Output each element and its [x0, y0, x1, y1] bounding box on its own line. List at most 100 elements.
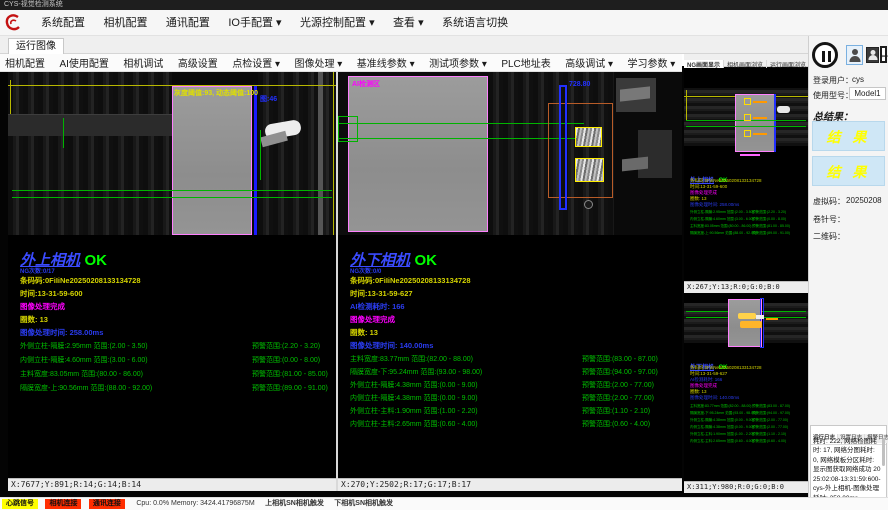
barcode-line: 条码码:0FiIiNe20250208133134728: [350, 275, 471, 286]
toolbar-advanced-settings[interactable]: 高级设置: [173, 56, 223, 72]
measure-warn: 预警范围:(0.60 - 4.00): [752, 439, 786, 444]
log-scrollbar[interactable]: [882, 438, 885, 466]
orange-label-mark: [753, 101, 767, 103]
result-area-upper-outer: 外上相机 OK NG次数:0/17 条码码:0FiIiNe20250208133…: [8, 235, 336, 478]
measurement-row: 隔膜宽度-下:95.24mm 范围:(93.00 - 98.00) 预警范围:(…: [350, 367, 676, 379]
measure-value: 内侧立柱-隔膜:4.38mm 范围:(0.00 - 9.00): [690, 425, 754, 429]
toolbar-baseline-params[interactable]: 基准线参数 ▾: [352, 56, 420, 72]
measure-value: 外侧立柱-隔膜:2.95mm 范围:(2.00 - 3.50): [20, 343, 148, 350]
measure-warn: 预警范围:(0.00 - 8.00): [252, 355, 320, 365]
measurement-row: 主料宽度:83.05mm 范围:(80.00 - 86.00) 预警范围:(81…: [690, 224, 806, 229]
machinery-texture: [8, 72, 172, 235]
yellow-guide-v: [686, 90, 687, 120]
toolbar-ai-usage-config[interactable]: AI使用配置: [54, 56, 113, 72]
result-tile: 结 果: [812, 121, 885, 151]
preview-image-upper[interactable]: [684, 68, 808, 165]
menu-item-io-config[interactable]: IO手配置 ▾: [221, 10, 288, 36]
measure-warn: 预警范围:(83.00 - 87.00): [582, 354, 658, 364]
orange-label-mark: [753, 117, 767, 119]
measure-warn: 预警范围:(89.00 - 91.00): [252, 383, 328, 393]
measure-value: 主料宽度:83.77mm 范围:(82.00 - 88.00): [350, 356, 473, 363]
yellow-guide-right: [333, 72, 334, 235]
heartbeat-badge: 心跳信号: [2, 499, 38, 509]
measurement-row: 隔膜宽度-上:90.56mm 范围:(88.00 - 92.00) 预警范围:(…: [690, 231, 806, 236]
measure-value: 隔膜宽度-下:95.24mm 范围:(93.00 - 98.00): [690, 411, 756, 415]
measurement-row: 内侧立柱-主料:2.65mm 范围:(0.60 - 4.00) 预警范围:(0.…: [690, 439, 806, 444]
measure-warn: 预警范围:(89.00 - 91.00): [752, 231, 790, 236]
toolbar-camera-debug[interactable]: 相机调试: [118, 56, 168, 72]
lower-camera-trigger[interactable]: 下相机SN相机触发: [334, 498, 393, 510]
measurement-row: 内侧立柱-隔膜:4.38mm 范围:(0.00 - 9.00) 预警范围:(2.…: [690, 425, 806, 430]
tab-run-image[interactable]: 运行图像: [8, 38, 64, 54]
measure-warn: 预警范围:(2.00 - 77.00): [752, 418, 788, 423]
model-select[interactable]: Model1: [849, 87, 886, 100]
count-line: 圈数: 13: [350, 327, 378, 338]
toolbar-test-params[interactable]: 测试项参数 ▾: [424, 56, 492, 72]
green-measure-line: [686, 126, 806, 127]
yellow-detect-box: [575, 127, 602, 147]
green-measure-line: [12, 190, 332, 191]
measure-warn: 预警范围:(2.00 - 77.00): [752, 425, 788, 430]
time-line: 时间:13-31-59-600: [20, 288, 83, 299]
user-dark-icon: [868, 55, 877, 60]
barcode-line: 条码码:0FiIiNe20250208133134728: [20, 275, 141, 286]
measure-value: 主料宽度:83.77mm 范围:(82.00 - 88.00): [690, 404, 751, 408]
toolbar-image-processing[interactable]: 图像处理 ▾: [290, 56, 348, 72]
menu-bar: 系统配置 相机配置 通讯配置 IO手配置 ▾ 光源控制配置 ▾ 查看 ▾ 系统语…: [0, 10, 888, 36]
window-titlebar[interactable]: CYS-视觉检测系统: [0, 0, 888, 10]
upper-camera-trigger[interactable]: 上相机SN相机触发: [265, 498, 324, 510]
machinery-beam: [8, 114, 172, 136]
menu-item-camera-config[interactable]: 相机配置: [96, 10, 154, 36]
pixel-info-bar-left: X:7677;Y:891;R:14;G:14;B:14: [8, 478, 336, 491]
app-logo-icon: [4, 13, 22, 33]
blue-edge-line: [774, 94, 776, 152]
green-measure-line-v: [63, 118, 64, 148]
measure-warn: 预警范围:(81.00 - 85.00): [752, 224, 790, 229]
log-text: 耗时: 222, 网络检图耗时: 17, 网络分图耗时: 0, 网络模板分区耗时…: [813, 437, 881, 503]
measurement-row: 隔膜宽度-上:90.56mm 范围:(88.00 - 92.00) 预警范围:(…: [20, 383, 330, 395]
exit-icon: ↦: [880, 52, 888, 60]
blue-roi-box: [559, 85, 567, 210]
toolbar-spot-check[interactable]: 点检设置 ▾: [227, 56, 285, 72]
pause-icon: [828, 51, 831, 62]
measure-value: 内侧立柱-隔膜:4.38mm 范围:(0.00 - 9.00): [350, 395, 478, 402]
preview-image-lower[interactable]: [684, 293, 808, 350]
blue-edge-line: [254, 86, 257, 235]
menu-item-comm-config[interactable]: 通讯配置: [159, 10, 217, 36]
log-panel: 运行日志设置日志报警日志 耗时: 222, 网络检图耗时: 17, 网络分图耗时…: [810, 425, 887, 498]
machinery-rail: [318, 72, 323, 235]
toolbar-advanced-debug[interactable]: 高级调试 ▾: [560, 56, 618, 72]
toolbar-plc-address[interactable]: PLC地址表: [496, 56, 555, 72]
white-highlight: [756, 315, 764, 319]
pause-button[interactable]: [812, 42, 838, 68]
measurement-row: 外侧立柱-主料:1.90mm 范围:(1.00 - 2.20) 预警范围:(1.…: [690, 432, 806, 437]
yellow-marker-box: [744, 98, 751, 105]
measure-value: 内侧立柱-主料:2.65mm 范围:(0.60 - 4.00): [690, 439, 754, 443]
app-window: CYS-视觉检测系统 系统配置 相机配置 通讯配置 IO手配置 ▾ 光源控制配置…: [0, 0, 888, 522]
measurement-row: 内侧立柱-隔膜:4.38mm 范围:(0.00 - 9.00) 预警范围:(2.…: [350, 393, 676, 405]
result-ok-label: OK: [414, 252, 437, 269]
measure-warn: 预警范围:(1.10 - 2.10): [582, 406, 650, 416]
ai-time-line: AI检测耗时: 166: [350, 301, 405, 312]
yellow-highlight: [740, 321, 762, 328]
menu-item-language[interactable]: 系统语言切换: [435, 10, 515, 36]
measure-value: 内侧立柱-隔膜:4.60mm 范围:(3.00 - 6.00): [20, 357, 148, 364]
toolbar-camera-config[interactable]: 相机配置: [0, 56, 50, 72]
operator-button[interactable]: [866, 47, 879, 63]
camera-image-lower-outer[interactable]: AI检测区 728.80: [338, 72, 682, 235]
exit-button[interactable]: ↦: [880, 46, 887, 63]
measurement-row: 外侧立柱-隔膜:2.95mm 范围:(2.00 - 3.50) 预警范围:(2.…: [20, 341, 330, 353]
bolt-detail: [584, 200, 593, 209]
measure-warn: 预警范围:(2.20 - 3.20): [252, 341, 320, 351]
ai-detect-region: AI检测区: [348, 76, 488, 232]
settings-toolbar: 相机配置 AI使用配置 相机调试 高级设置 点检设置 ▾ 图像处理 ▾ 基准线参…: [0, 54, 682, 72]
menu-item-view[interactable]: 查看 ▾: [386, 10, 431, 36]
window-title: CYS-视觉检测系统: [4, 1, 63, 8]
cell-region-overlay: [172, 86, 252, 235]
menu-item-light-config[interactable]: 光源控制配置 ▾: [293, 10, 382, 36]
menu-item-system-config[interactable]: 系统配置: [34, 10, 92, 36]
measure-warn: 预警范围:(0.60 - 4.00): [582, 419, 650, 429]
toolbar-learning-params[interactable]: 学习参数 ▾: [623, 56, 681, 72]
login-user-button[interactable]: [846, 45, 863, 65]
camera-image-upper-outer[interactable]: 灰度阈值:93, 动态阈值:100 图:46: [8, 72, 336, 235]
